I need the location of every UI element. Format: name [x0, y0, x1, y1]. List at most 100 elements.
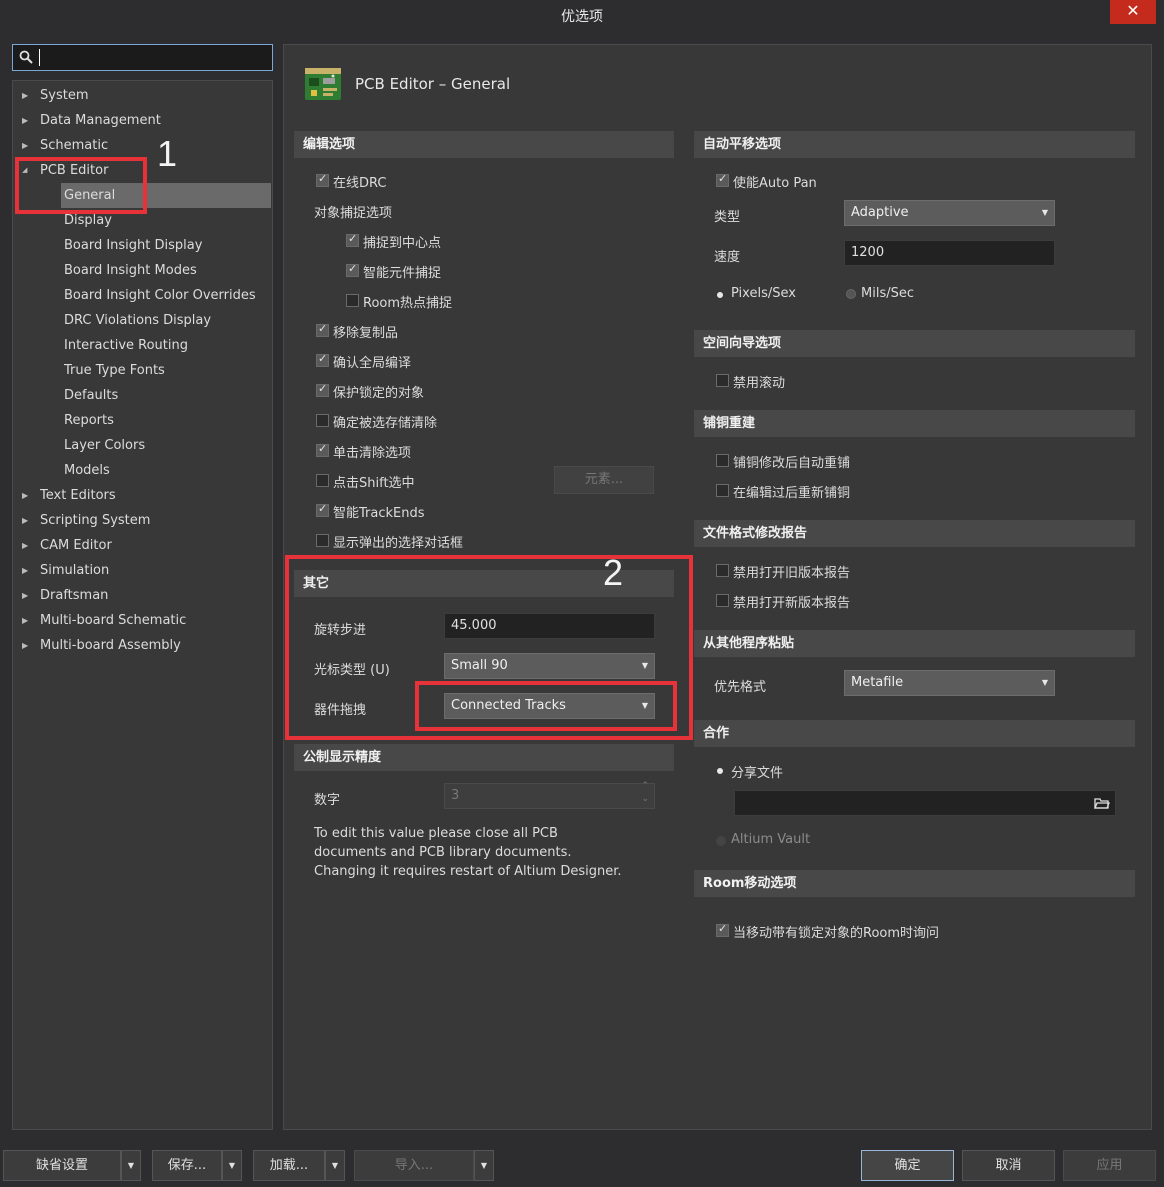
load-dropdown-button[interactable]: ▼ [325, 1150, 345, 1181]
shared-files-radio[interactable] [717, 768, 723, 774]
tree-item-data-management[interactable]: Data Management [40, 108, 161, 133]
preferred-format-select[interactable]: Metafile ▼ [844, 670, 1055, 696]
pixels-radio-label: Pixels/Sex [731, 286, 796, 301]
online-drc-checkbox[interactable] [316, 172, 329, 187]
tree-item-defaults[interactable]: Defaults [64, 383, 118, 408]
altium-vault-radio[interactable] [716, 836, 726, 846]
autopan-speed-input[interactable]: 1200 [844, 240, 1055, 266]
tree-item-true-type-fonts[interactable]: True Type Fonts [64, 358, 165, 383]
component-drag-label: 器件拖拽 [314, 703, 367, 718]
folder-open-icon[interactable] [1094, 796, 1110, 810]
collapsed-arrow-icon[interactable]: ▶ [22, 108, 32, 133]
tree-item-cam-editor[interactable]: CAM Editor [40, 533, 112, 558]
apply-button[interactable]: 应用 [1063, 1150, 1156, 1181]
tree-item-draftsman[interactable]: Draftsman [40, 583, 108, 608]
remove-duplicates-label: 移除复制品 [333, 326, 399, 341]
autopan-type-select[interactable]: Adaptive ▼ [844, 200, 1055, 226]
shift-select-checkbox[interactable] [316, 474, 329, 487]
tree-item-reports[interactable]: Reports [64, 408, 114, 433]
repour-after-edit-checkbox[interactable] [716, 484, 729, 497]
tree-item-pcb-editor[interactable]: PCB Editor [40, 158, 108, 183]
section-header-polygon: 铺铜重建 [694, 410, 1135, 437]
ok-button[interactable]: 确定 [861, 1150, 954, 1181]
tree-item-display[interactable]: Display [64, 208, 112, 233]
tree-item-schematic[interactable]: Schematic [40, 133, 108, 158]
smart-snap-checkbox[interactable] [346, 262, 359, 277]
defaults-button[interactable]: 缺省设置 [3, 1150, 121, 1181]
rotation-step-input[interactable]: 45.000 [444, 613, 655, 639]
text-caret [39, 49, 40, 66]
disable-new-report-checkbox[interactable] [716, 594, 729, 607]
mils-radio-label: Mils/Sec [861, 286, 914, 301]
close-button[interactable]: ✕ [1110, 0, 1156, 24]
collapsed-arrow-icon[interactable]: ▶ [22, 558, 32, 583]
component-drag-select[interactable]: Connected Tracks ▼ [444, 693, 655, 719]
chevron-down-icon: ▼ [641, 701, 648, 710]
import-dropdown-button[interactable]: ▼ [474, 1150, 494, 1181]
annotation-number-1: 1 [157, 133, 178, 174]
confirm-global-checkbox[interactable] [316, 352, 329, 367]
import-button[interactable]: 导入... [354, 1150, 474, 1181]
confirm-clear-checkbox[interactable] [316, 414, 329, 427]
collapsed-arrow-icon[interactable]: ▶ [22, 483, 32, 508]
tree-item-system[interactable]: System [40, 83, 88, 108]
tree-item-drc-violations-display[interactable]: DRC Violations Display [64, 308, 211, 333]
tree-item-general[interactable]: General [61, 183, 271, 208]
search-input[interactable] [12, 44, 273, 71]
room-snap-checkbox[interactable] [346, 294, 359, 307]
collapsed-arrow-icon[interactable]: ▶ [22, 133, 32, 158]
tree-item-models[interactable]: Models [64, 458, 110, 483]
defaults-dropdown-button[interactable]: ▼ [121, 1150, 141, 1181]
tree-item-multi-board-assembly[interactable]: Multi-board Assembly [40, 633, 181, 658]
smart-track-ends-checkbox[interactable] [316, 502, 329, 517]
tree-item-multi-board-schematic[interactable]: Multi-board Schematic [40, 608, 186, 633]
tree-item-text-editors[interactable]: Text Editors [40, 483, 116, 508]
tree-item-layer-colors[interactable]: Layer Colors [64, 433, 145, 458]
shared-path-input[interactable] [734, 790, 1116, 816]
tree-item-simulation[interactable]: Simulation [40, 558, 109, 583]
altium-vault-label: Altium Vault [731, 832, 811, 847]
digits-spinner[interactable]: 3 ⌃ ⌄ [444, 781, 655, 809]
expanded-arrow-icon[interactable]: ◢ [22, 158, 32, 183]
pixels-radio[interactable] [717, 292, 723, 298]
autopan-speed-label: 速度 [714, 250, 741, 265]
protect-locked-checkbox[interactable] [316, 382, 329, 397]
remove-duplicates-checkbox[interactable] [316, 322, 329, 337]
auto-repour-checkbox[interactable] [716, 454, 729, 467]
smart-track-ends-label: 智能TrackEnds [333, 506, 425, 521]
tree-item-board-insight-display[interactable]: Board Insight Display [64, 233, 202, 258]
cursor-type-select[interactable]: Small 90 ▼ [444, 653, 655, 679]
disable-old-report-checkbox[interactable] [716, 564, 729, 577]
disable-old-report-label: 禁用打开旧版本报告 [733, 566, 851, 581]
cancel-button[interactable]: 取消 [962, 1150, 1055, 1181]
confirm-clear-label: 确定被选存储清除 [333, 416, 438, 431]
shift-select-label: 点击Shift选中 [333, 476, 415, 491]
mils-radio[interactable] [846, 289, 856, 299]
collapsed-arrow-icon[interactable]: ▶ [22, 583, 32, 608]
collapsed-arrow-icon[interactable]: ▶ [22, 83, 32, 108]
collapsed-arrow-icon[interactable]: ▶ [22, 508, 32, 533]
preferred-format-value: Metafile [851, 675, 904, 690]
tree-item-interactive-routing[interactable]: Interactive Routing [64, 333, 188, 358]
click-clear-checkbox[interactable] [316, 442, 329, 457]
window-title: 优选项 [561, 9, 603, 25]
room-ask-locked-checkbox[interactable] [716, 922, 729, 937]
snap-center-checkbox[interactable] [346, 232, 359, 247]
save-dropdown-button[interactable]: ▼ [222, 1150, 242, 1181]
collapsed-arrow-icon[interactable]: ▶ [22, 608, 32, 633]
collapsed-arrow-icon[interactable]: ▶ [22, 533, 32, 558]
popup-dialog-checkbox[interactable] [316, 534, 329, 547]
tree-item-board-insight-color-overrides[interactable]: Board Insight Color Overrides [64, 283, 256, 308]
tree-item-scripting-system[interactable]: Scripting System [40, 508, 150, 533]
enable-autopan-checkbox[interactable] [716, 172, 729, 187]
section-header-collab: 合作 [694, 720, 1135, 747]
collapsed-arrow-icon[interactable]: ▶ [22, 633, 32, 658]
annotation-number-2: 2 [603, 552, 624, 593]
load-button[interactable]: 加载... [253, 1150, 325, 1181]
section-header-metric: 公制显示精度 [294, 744, 674, 771]
save-button[interactable]: 保存... [152, 1150, 222, 1181]
tree-item-board-insight-modes[interactable]: Board Insight Modes [64, 258, 197, 283]
elements-button[interactable]: 元素... [554, 466, 654, 494]
disable-scroll-checkbox[interactable] [716, 374, 729, 387]
page-title: PCB Editor – General [355, 75, 511, 93]
